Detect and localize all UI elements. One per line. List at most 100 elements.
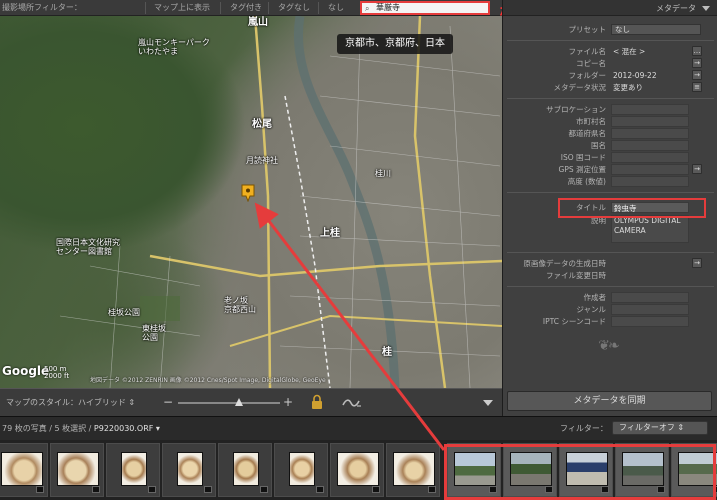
map-menu-chevron-down-icon[interactable]: [483, 400, 493, 406]
map-label: 月読神社: [246, 156, 278, 165]
thumbnail[interactable]: [50, 443, 104, 497]
gps-arrow-icon[interactable]: →: [692, 164, 702, 174]
metadata-row: メタデータ状況 変更あり ≡: [503, 82, 717, 93]
altitude-field[interactable]: [611, 176, 689, 187]
thumbnail[interactable]: [330, 443, 384, 497]
map-search-input[interactable]: ⌕ 華厳寺: [360, 1, 490, 15]
lock-icon[interactable]: [311, 394, 323, 410]
selection-count: 79 枚の写真 / 5 枚選択 / P9220030.ORF ▾: [2, 423, 160, 434]
metadata-panel-title: メタデータ: [656, 4, 696, 13]
map-label: 桂: [382, 347, 392, 358]
metadata-row: 都道府県名: [503, 128, 717, 139]
gps-label: GPS 測定位置: [558, 165, 606, 174]
country-field[interactable]: [611, 140, 689, 151]
thumbnail-image: [393, 452, 435, 486]
badge-icon: [204, 486, 212, 493]
metadata-row: コピー名 →: [503, 58, 717, 69]
thumbnail-image: [57, 452, 99, 486]
filter-tagged[interactable]: タグ付き: [230, 0, 262, 16]
zoom-slider-handle[interactable]: [235, 398, 244, 406]
thumbnail[interactable]: [162, 443, 216, 497]
photo-location-pin-icon[interactable]: [241, 184, 255, 202]
country-label: 国名: [591, 141, 606, 150]
copy-name-value: [611, 58, 689, 69]
date-original-label: 原画像データの生成日時: [523, 259, 607, 268]
metadata-row: ファイル変更日時: [503, 270, 717, 281]
badge-icon: [372, 486, 380, 493]
preset-select[interactable]: なし: [611, 24, 701, 35]
metadata-row: サブロケーション: [503, 104, 717, 115]
thumbnail-image: [337, 452, 379, 486]
thumbnail[interactable]: [274, 443, 328, 497]
filter-label: フィルター：: [560, 424, 608, 433]
metadata-row: ファイル名 < 混在 > …: [503, 46, 717, 57]
search-value: 華厳寺: [376, 3, 400, 12]
badge-icon: [260, 486, 268, 493]
genre-label: ジャンル: [576, 305, 606, 314]
iptc-scene-field[interactable]: [611, 316, 689, 327]
zoom-out-button[interactable]: −: [163, 395, 173, 409]
city-field[interactable]: [611, 116, 689, 127]
selected-thumbnails-highlight-box: [444, 444, 716, 500]
copy-name-arrow-icon[interactable]: →: [692, 58, 702, 68]
filter-visible-on-map[interactable]: マップ上に表示: [154, 0, 210, 16]
map-roads: [59, 16, 502, 388]
metadata-status-button[interactable]: ≡: [692, 82, 702, 92]
map-label: 桂坂公園: [108, 308, 140, 317]
map-style-select[interactable]: マップのスタイル：ハイブリッド ⇕: [6, 389, 135, 417]
divider: [507, 252, 714, 253]
thumbnail[interactable]: [106, 443, 160, 497]
filename-label: ファイル名: [568, 47, 607, 56]
collapse-chevron-icon[interactable]: [702, 6, 710, 11]
iptc-scene-label: IPTC シーンコード: [542, 317, 606, 326]
thumbnail[interactable]: [386, 443, 440, 497]
thumbnail-image: [233, 452, 259, 486]
sync-metadata-button[interactable]: メタデータを同期: [507, 391, 712, 411]
divider: [507, 286, 714, 287]
location-banner: 京都市、京都府、日本: [337, 34, 453, 54]
thumbnail[interactable]: [218, 443, 272, 497]
iso-country-field[interactable]: [611, 152, 689, 163]
filter-none[interactable]: なし: [328, 0, 344, 16]
metadata-row: 高度 (数値): [503, 176, 717, 187]
state-field[interactable]: [611, 128, 689, 139]
map-label: 上桂: [320, 228, 340, 239]
sublocation-field[interactable]: [611, 104, 689, 115]
gps-field[interactable]: [611, 164, 689, 175]
divider: [145, 2, 146, 14]
google-logo: Google: [2, 364, 50, 378]
metadata-panel-header[interactable]: メタデータ: [503, 0, 717, 16]
metadata-row: 国名: [503, 140, 717, 151]
genre-field[interactable]: [611, 304, 689, 315]
creator-label: 作成者: [583, 293, 607, 302]
divider: [220, 2, 221, 14]
map-label: 嵐山: [248, 17, 268, 28]
caption-field[interactable]: OLYMPUS DIGITAL CAMERA: [611, 215, 689, 243]
date-original-button[interactable]: →: [692, 258, 702, 268]
thumbnail-image: [121, 452, 147, 486]
metadata-row: ジャンル: [503, 304, 717, 315]
current-file-name[interactable]: P9220030.ORF ▾: [94, 424, 160, 433]
divider: [507, 98, 714, 99]
map-style-label: マップのスタイル：: [6, 398, 78, 407]
divider: [507, 40, 714, 41]
zoom-slider[interactable]: [178, 402, 280, 404]
filename-action-button[interactable]: …: [692, 46, 702, 56]
map-label: 老ノ坂 京都西山: [224, 296, 256, 314]
map-label: 嵐山モンキーパーク いわたやま: [138, 38, 210, 56]
date-modified-label: ファイル変更日時: [546, 271, 606, 280]
state-label: 都道府県名: [568, 129, 607, 138]
preset-row: プリセット なし: [503, 24, 717, 35]
filmstrip-filter-select[interactable]: フィルターオフ ⇕: [612, 421, 708, 435]
thumbnail[interactable]: [0, 443, 48, 497]
folder-value: 2012-09-22: [613, 71, 657, 80]
creator-field[interactable]: [611, 292, 689, 303]
zoom-in-button[interactable]: +: [283, 395, 293, 409]
map-toolbar: マップのスタイル：ハイブリッド ⇕ − +: [0, 388, 502, 416]
tracklog-icon[interactable]: [342, 398, 362, 408]
map-label: 松尾: [252, 119, 272, 130]
filter-untagged[interactable]: タグなし: [278, 0, 310, 16]
folder-arrow-icon[interactable]: →: [692, 70, 702, 80]
map-style-value: ハイブリッド ⇕: [78, 398, 136, 407]
map-view[interactable]: 京都市、京都府、日本 嵐山 嵐山モンキーパーク いわたやま 松尾 月読神社 上桂…: [0, 16, 502, 388]
